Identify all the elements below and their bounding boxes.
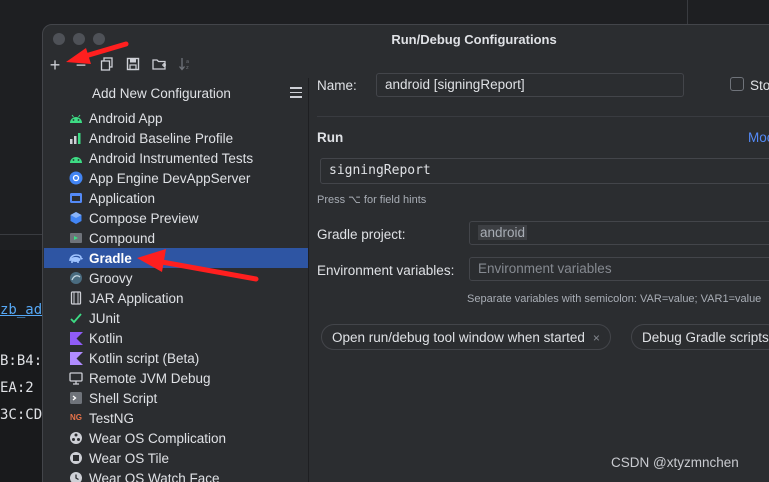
annotation-arrow-icon (66, 41, 129, 64)
annotation-arrows (66, 41, 259, 282)
annotation-arrow-icon (137, 249, 259, 282)
